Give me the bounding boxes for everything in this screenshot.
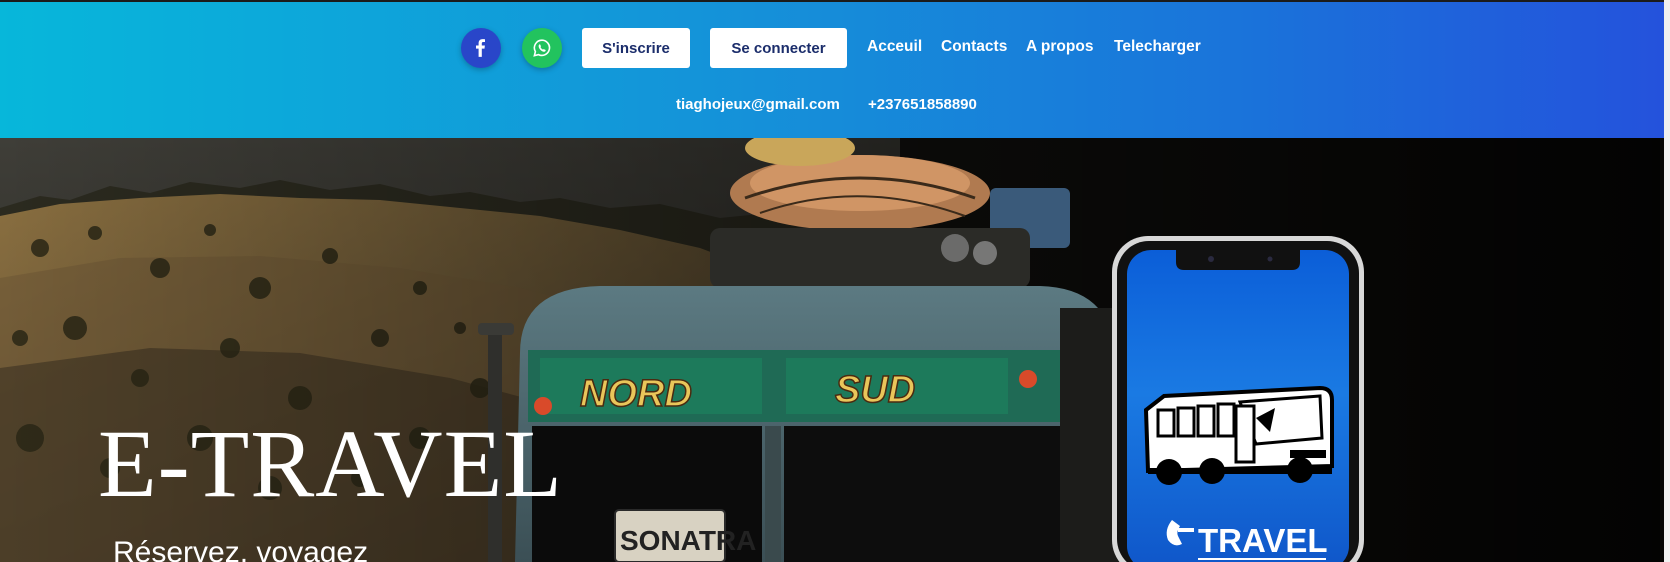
nav-link-contacts[interactable]: Contacts xyxy=(941,38,1007,56)
nav-link-download[interactable]: Telecharger xyxy=(1114,38,1201,56)
facebook-icon xyxy=(476,39,485,57)
bus-sign-right: SUD xyxy=(835,369,915,411)
facebook-button[interactable] xyxy=(461,28,501,68)
contact-email[interactable]: tiaghojeux@gmail.com xyxy=(676,96,840,113)
top-header: S'inscrire Se connecter Acceuil Contacts… xyxy=(0,0,1664,138)
contact-phone[interactable]: +237651858890 xyxy=(868,96,977,113)
bus-sign-left: NORD xyxy=(580,373,692,415)
scrollbar[interactable] xyxy=(1664,0,1670,562)
phone-mockup: TRAVEL xyxy=(1112,236,1364,562)
bus-plate-text: SONATRA xyxy=(620,525,756,556)
hero-section: NORD SUD SONATRA TRAVEL E-TRAVEL Réserve… xyxy=(0,138,1664,562)
phone-logo-text: TRAVEL xyxy=(1198,522,1328,559)
nav-row: S'inscrire Se connecter Acceuil Contacts… xyxy=(0,26,1664,70)
bus-logo-icon xyxy=(1143,385,1334,485)
page: S'inscrire Se connecter Acceuil Contacts… xyxy=(0,0,1670,562)
whatsapp-button[interactable] xyxy=(522,28,562,68)
signup-button[interactable]: S'inscrire xyxy=(582,28,690,68)
nav-link-about[interactable]: A propos xyxy=(1026,38,1093,56)
login-button[interactable]: Se connecter xyxy=(710,28,847,68)
hero-title: E-TRAVEL xyxy=(98,410,563,517)
hero-subtitle: Réservez, voyagez xyxy=(113,536,369,562)
nav-link-home[interactable]: Acceuil xyxy=(867,38,922,56)
whatsapp-icon xyxy=(533,39,551,57)
